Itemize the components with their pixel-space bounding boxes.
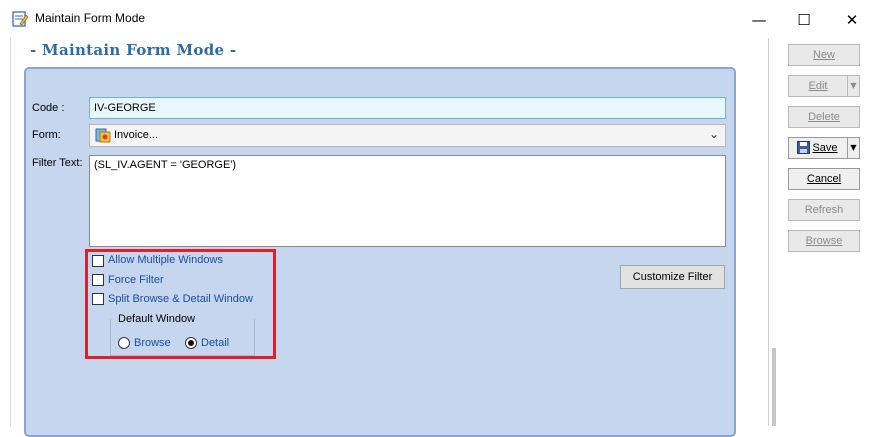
filter-text-label: Filter Text: xyxy=(32,157,83,169)
edit-dropdown-icon[interactable]: ▼ xyxy=(847,75,860,97)
allow-multiple-windows-label[interactable]: Allow Multiple Windows xyxy=(108,254,223,266)
new-button[interactable]: New xyxy=(788,44,860,66)
delete-button-label: Delete xyxy=(808,111,840,123)
close-icon[interactable]: ✕ xyxy=(835,9,869,31)
code-input[interactable]: IV-GEORGE xyxy=(89,97,726,119)
form-label: Form: xyxy=(32,129,61,141)
new-button-label: New xyxy=(812,49,835,61)
scrollbar-thumb[interactable] xyxy=(772,348,776,426)
edit-button-label: Edit xyxy=(808,80,828,92)
edit-button[interactable]: Edit xyxy=(788,75,848,97)
split-browse-detail-checkbox[interactable] xyxy=(92,293,104,305)
form-select[interactable] xyxy=(89,124,726,147)
allow-multiple-windows-checkbox[interactable] xyxy=(92,255,104,267)
save-button-label: Save xyxy=(812,142,838,154)
detail-radio-selected-dot xyxy=(188,340,194,346)
browse-button-label: Browse xyxy=(805,235,843,247)
force-filter-checkbox[interactable] xyxy=(92,274,104,286)
save-dropdown-icon[interactable]: ▼ xyxy=(847,137,860,159)
window-frame xyxy=(0,38,10,426)
filter-text-area[interactable]: (SL_IV.AGENT = 'GEORGE') xyxy=(89,155,726,247)
detail-radio-label[interactable]: Detail xyxy=(201,337,229,349)
force-filter-label[interactable]: Force Filter xyxy=(108,274,164,286)
cancel-button[interactable]: Cancel xyxy=(788,168,860,190)
cancel-button-label: Cancel xyxy=(806,173,842,185)
delete-button[interactable]: Delete xyxy=(788,106,860,128)
save-icon xyxy=(797,141,810,154)
form-select-value: Invoice... xyxy=(114,129,159,141)
split-browse-detail-label[interactable]: Split Browse & Detail Window xyxy=(108,293,253,305)
code-label: Code : xyxy=(32,102,65,114)
customize-filter-button[interactable]: Customize Filter xyxy=(620,265,725,289)
side-separator xyxy=(768,38,769,426)
maximize-icon[interactable]: ☐ xyxy=(787,9,821,31)
chevron-down-icon[interactable]: ⌄ xyxy=(709,127,719,141)
page-title: - Maintain Form Mode - xyxy=(30,41,237,59)
app-icon xyxy=(12,11,29,27)
refresh-button[interactable]: Refresh xyxy=(788,199,860,221)
refresh-button-label: Refresh xyxy=(804,204,844,216)
browse-radio[interactable] xyxy=(118,337,130,349)
browse-button[interactable]: Browse xyxy=(788,230,860,252)
window-title: Maintain Form Mode xyxy=(35,11,146,25)
invoice-icon xyxy=(95,128,111,143)
frame-divider xyxy=(10,38,11,426)
default-window-title: Default Window xyxy=(118,313,196,325)
minimize-icon[interactable]: — xyxy=(742,9,776,31)
browse-radio-label[interactable]: Browse xyxy=(134,337,171,349)
